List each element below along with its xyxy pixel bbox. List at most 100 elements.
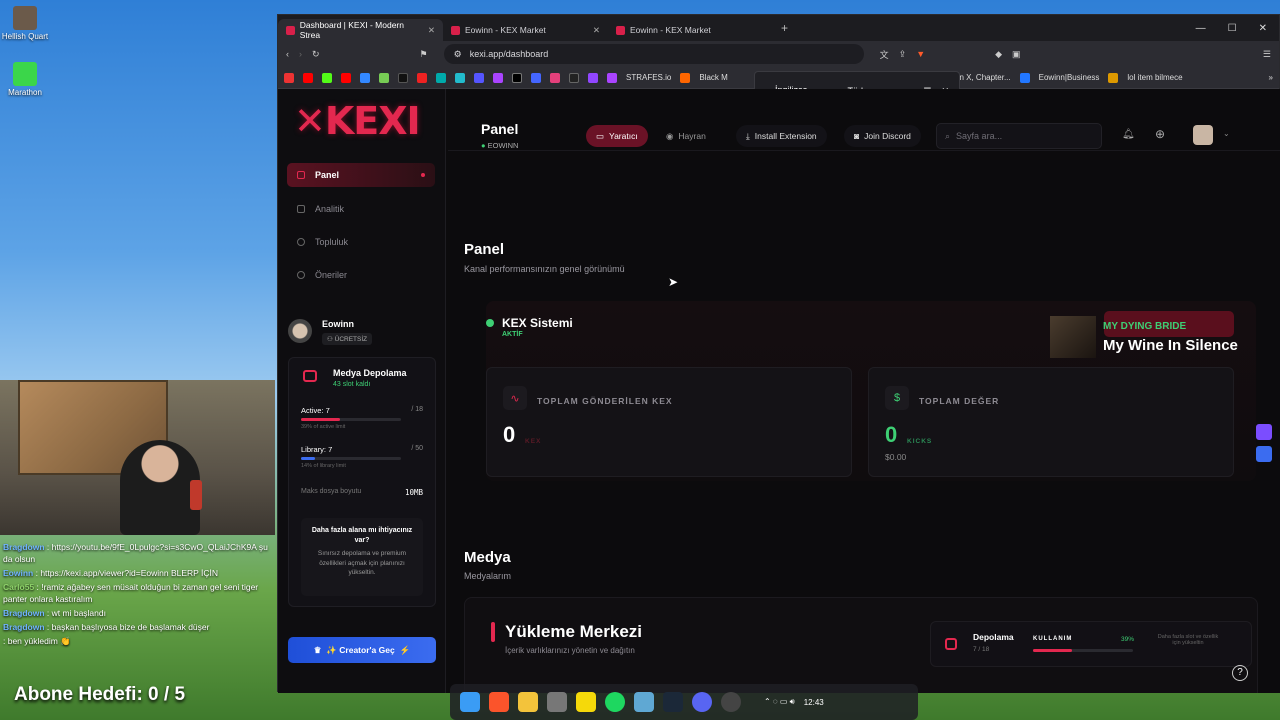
bookmark-favicon-icon[interactable] xyxy=(569,72,579,83)
page-title: Panel xyxy=(464,241,505,258)
sidebar-item-analytics[interactable]: Analitik xyxy=(287,197,435,221)
discord-icon[interactable] xyxy=(692,692,712,712)
notes-icon[interactable] xyxy=(576,692,596,712)
search-input[interactable]: ⌕ Sayfa ara... xyxy=(936,123,1102,149)
bell-icon[interactable]: 🔔︎ xyxy=(1122,129,1135,140)
windows-start-icon[interactable] xyxy=(460,692,480,712)
bookmark-icon[interactable]: ⚑ xyxy=(420,49,428,60)
sidebar-item-community[interactable]: Topluluk xyxy=(287,230,435,254)
menu-icon[interactable]: ☰ xyxy=(1263,49,1271,60)
panel-icon xyxy=(297,171,305,179)
tray-icons[interactable]: ⌃ ◌ ▭ 🔊︎ xyxy=(764,697,795,707)
tab-kex-market-2[interactable]: Eowinn - KEX Market xyxy=(608,19,773,41)
tab-kex-market[interactable]: Eowinn - KEX Market ✕ xyxy=(443,19,608,41)
brave-shield-icon[interactable]: ▼ xyxy=(916,49,925,59)
kexi-logo: ✕KEXI xyxy=(294,99,421,143)
bookmark-favicon-icon xyxy=(1019,72,1030,83)
steam-icon[interactable] xyxy=(663,692,683,712)
side-widget-icon[interactable] xyxy=(1256,446,1272,462)
site-info-icon: ⚙ xyxy=(453,48,462,59)
kexi-favicon-icon xyxy=(286,25,295,35)
bookmark-favicon-icon[interactable] xyxy=(531,72,541,83)
minimize-icon[interactable]: — xyxy=(1196,23,1206,34)
wallet-icon[interactable]: ▣ xyxy=(1012,49,1021,60)
upgrade-creator-button[interactable]: ♛ ✨ Creator'a Geç ⚡ xyxy=(288,637,436,663)
creator-mode-button[interactable]: ▭ Yaratıcı xyxy=(586,125,648,147)
library-progress xyxy=(301,457,401,460)
bookmark-strafes[interactable]: STRAFES.io xyxy=(626,73,671,82)
bookmark-black[interactable]: Black M xyxy=(699,73,727,82)
kick-icon[interactable] xyxy=(322,72,332,83)
bookmark-favicon-icon[interactable] xyxy=(417,72,427,83)
maximize-icon[interactable]: ☐ xyxy=(1228,23,1237,34)
usage-note: Daha fazla slot ve özellik için yükselti… xyxy=(1157,634,1219,646)
spotify-icon[interactable] xyxy=(605,692,625,712)
tab-dashboard[interactable]: Dashboard | KEXI - Modern Strea ✕ xyxy=(278,19,443,41)
forward-icon[interactable]: › xyxy=(299,49,302,59)
webcam-overlay xyxy=(0,380,275,535)
desktop-icon-hellish-quart[interactable]: Hellish Quart xyxy=(0,6,55,41)
bookmark-favicon-icon[interactable] xyxy=(379,72,389,83)
obs-icon[interactable] xyxy=(721,692,741,712)
folder-icon[interactable] xyxy=(518,692,538,712)
bookmark-favicon-icon[interactable] xyxy=(474,72,484,83)
user-card[interactable]: Eowinn ⚇ ÜCRETSİZ xyxy=(288,319,373,345)
storage-title: Medya Depolama xyxy=(333,368,407,378)
song-title: My Wine In Silence xyxy=(1103,337,1238,354)
close-icon[interactable]: ✕ xyxy=(593,25,600,36)
fan-mode-button[interactable]: ◉ Hayran xyxy=(656,125,716,147)
back-icon[interactable]: ‹ xyxy=(286,49,289,59)
help-icon[interactable]: ? xyxy=(1232,665,1248,681)
bookmark-eowinn-business[interactable]: Eowinn|Business xyxy=(1039,73,1100,82)
globe-icon[interactable]: ⊕ xyxy=(1155,127,1165,141)
reload-icon[interactable]: ↻ xyxy=(312,49,320,60)
max-size-value: 10MB xyxy=(404,488,423,497)
bookmark-lol-item[interactable]: lol item bilmece xyxy=(1127,73,1182,82)
status-dot xyxy=(486,319,494,327)
translate-icon[interactable]: 文 xyxy=(880,48,889,61)
chat-line: Carlo55 : !ramiz ağabey sen müsait olduğ… xyxy=(3,582,259,604)
crown-icon: ♛ xyxy=(313,644,322,655)
storage-slots: 43 slot kaldı xyxy=(333,381,371,388)
bookmark-favicon-icon[interactable] xyxy=(360,72,370,83)
taskbar: ⌃ ◌ ▭ 🔊︎ 12:43 xyxy=(450,684,918,720)
desktop-icon-marathon[interactable]: Marathon xyxy=(0,62,55,97)
tools-icon[interactable] xyxy=(547,692,567,712)
topbar-user: ● EOWINN xyxy=(481,141,519,150)
top-bar: Panel ● EOWINN ▭ Yaratıcı ◉ Hayran ⤓ Instal… xyxy=(448,89,1280,151)
side-widget-icon[interactable] xyxy=(1256,424,1272,440)
brave-icon[interactable] xyxy=(489,692,509,712)
clock: 12:43 xyxy=(803,697,824,707)
url-field[interactable]: ⚙ kexi.app/dashboard xyxy=(443,44,864,64)
chevron-down-icon[interactable]: ⌄ xyxy=(1223,129,1230,138)
bookmark-favicon-icon[interactable] xyxy=(455,72,465,83)
youtube-icon[interactable] xyxy=(303,72,313,83)
youtube-icon[interactable] xyxy=(341,72,351,83)
plan-badge: ⚇ ÜCRETSİZ xyxy=(322,333,373,345)
join-discord-button[interactable]: ◙ Join Discord xyxy=(844,125,921,147)
bookmark-favicon-icon[interactable] xyxy=(493,72,503,83)
avatar[interactable] xyxy=(1193,125,1213,145)
app-icon[interactable] xyxy=(634,692,654,712)
tiktok-icon[interactable] xyxy=(398,72,408,83)
active-label: Active: 7 xyxy=(301,406,330,415)
storage-icon xyxy=(945,638,957,650)
download-icon: ⤓ xyxy=(746,130,750,141)
sidebar-item-suggestions[interactable]: Öneriler xyxy=(287,263,435,287)
bookmark-favicon-icon[interactable] xyxy=(436,72,446,83)
instagram-icon[interactable] xyxy=(550,72,560,83)
share-icon[interactable]: ⇪ xyxy=(899,49,907,60)
more-bookmarks-icon[interactable]: » xyxy=(1269,73,1273,82)
lightbulb-icon xyxy=(297,271,305,279)
close-icon[interactable]: ✕ xyxy=(428,25,435,36)
storage-summary: Depolama 7 / 18 KULLANIM 39% Daha fazla … xyxy=(930,621,1252,667)
bookmark-favicon-icon[interactable] xyxy=(284,72,294,83)
install-extension-button[interactable]: ⤓ Install Extension xyxy=(736,125,827,147)
extensions-icon[interactable]: ◆ xyxy=(995,49,1002,60)
twitch-icon[interactable] xyxy=(588,72,598,83)
window-close-icon[interactable]: ✕ xyxy=(1259,23,1267,34)
sidebar-item-panel[interactable]: Panel xyxy=(287,163,435,187)
new-tab-icon[interactable]: + xyxy=(781,21,788,35)
kex-status: AKTİF xyxy=(502,331,523,338)
x-icon[interactable] xyxy=(512,72,522,83)
